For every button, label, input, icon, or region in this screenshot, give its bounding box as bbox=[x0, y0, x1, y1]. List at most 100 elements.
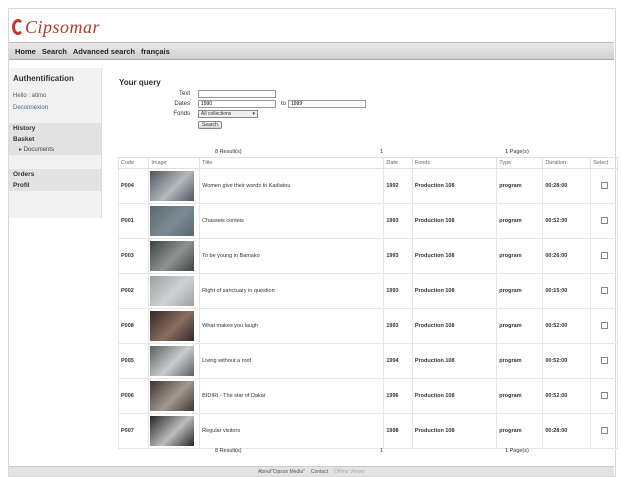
row-fonds: Production 108 bbox=[411, 238, 498, 274]
row-title-link[interactable]: Women give their words to Kadiatou bbox=[199, 168, 385, 204]
row-date: 1994 bbox=[383, 343, 413, 379]
row-type: program bbox=[496, 413, 544, 449]
col-image: Image bbox=[148, 157, 201, 169]
table-header-row: Code Image Title Date Fonds Type Duratio… bbox=[117, 157, 618, 169]
dates-label: Dates bbox=[174, 101, 190, 107]
row-select bbox=[590, 168, 618, 204]
date-to-input[interactable] bbox=[288, 100, 366, 108]
row-select bbox=[590, 203, 618, 239]
search-button[interactable]: Search bbox=[198, 121, 222, 129]
row-title-link[interactable]: To be young in Bamako bbox=[199, 238, 385, 274]
footer-contact-link[interactable]: Contact bbox=[311, 469, 328, 475]
hello-user: Hello : atimo bbox=[13, 93, 47, 99]
row-select-checkbox[interactable] bbox=[600, 181, 608, 189]
row-select-checkbox[interactable] bbox=[600, 251, 608, 259]
menu-advanced-search[interactable]: Advanced search bbox=[73, 47, 135, 56]
row-select-checkbox[interactable] bbox=[600, 391, 608, 399]
text-input[interactable] bbox=[198, 90, 276, 98]
row-fonds: Production 108 bbox=[411, 168, 498, 204]
row-title-link[interactable]: Right of sanctuary in question bbox=[199, 273, 385, 309]
sidebar-item-history[interactable]: History bbox=[9, 123, 101, 134]
row-type: program bbox=[496, 343, 544, 379]
to-label: to bbox=[280, 101, 286, 107]
col-type: Type bbox=[496, 157, 544, 169]
row-select bbox=[590, 413, 618, 449]
results-count-bottom: 8 Result(s) bbox=[215, 448, 242, 454]
row-select-checkbox[interactable] bbox=[600, 356, 608, 364]
row-date: 1996 bbox=[383, 378, 413, 414]
col-code: Code bbox=[117, 157, 150, 169]
row-duration: 00:28:00 bbox=[542, 413, 592, 449]
row-date: 1993 bbox=[383, 203, 413, 239]
sidebar-item-basket[interactable]: Basket bbox=[9, 134, 101, 145]
sidebar-group-1: History Basket ▸ Documents bbox=[9, 123, 101, 155]
sidebar: Authentification Hello : atimo Deconnexi… bbox=[9, 68, 102, 218]
row-duration: 00:26:00 bbox=[542, 238, 592, 274]
row-select bbox=[590, 273, 618, 309]
row-date: 1998 bbox=[383, 413, 413, 449]
row-fonds: Production 108 bbox=[411, 273, 498, 309]
row-code: P005 bbox=[117, 343, 150, 379]
disconnect-link[interactable]: Deconnexion bbox=[13, 105, 101, 111]
row-thumbnail[interactable] bbox=[148, 413, 201, 449]
fonds-select[interactable]: All collections ▾ bbox=[198, 110, 258, 118]
footer-about-link[interactable]: About"Cipsos Media" bbox=[258, 469, 305, 475]
sidebar-item-profil[interactable]: Profil bbox=[9, 180, 101, 191]
row-code: P002 bbox=[117, 273, 150, 309]
row-title-link[interactable]: Living without a roof bbox=[199, 343, 385, 379]
row-thumbnail[interactable] bbox=[148, 343, 201, 379]
row-type: program bbox=[496, 378, 544, 414]
row-fonds: Production 108 bbox=[411, 308, 498, 344]
row-date: 1993 bbox=[383, 238, 413, 274]
table-row: P003 To be young in Bamako 1993 Production … bbox=[117, 238, 618, 274]
col-fonds: Fonds bbox=[411, 157, 498, 169]
row-fonds: Production 108 bbox=[411, 203, 498, 239]
row-select bbox=[590, 343, 618, 379]
col-date: Date bbox=[383, 157, 413, 169]
row-fonds: Production 108 bbox=[411, 378, 498, 414]
row-fonds: Production 108 bbox=[411, 343, 498, 379]
row-thumbnail[interactable] bbox=[148, 378, 201, 414]
fonds-label: Fonds bbox=[173, 111, 190, 117]
footer-extra-link[interactable]: Offline Viewer bbox=[334, 469, 365, 475]
row-select-checkbox[interactable] bbox=[600, 321, 608, 329]
sidebar-item-orders[interactable]: Orders bbox=[9, 169, 101, 180]
sidebar-item-documents[interactable]: ▸ Documents bbox=[9, 145, 101, 155]
row-select-checkbox[interactable] bbox=[600, 286, 608, 294]
menu-language[interactable]: français bbox=[141, 47, 170, 56]
row-type: program bbox=[496, 168, 544, 204]
page-count-top: 1 Page(s) bbox=[505, 149, 529, 155]
table-row: P005 Living without a roof 1994 Production … bbox=[117, 343, 618, 379]
row-duration: 00:52:00 bbox=[542, 378, 592, 414]
row-select bbox=[590, 308, 618, 344]
row-title-link[interactable]: What makes you laugh bbox=[199, 308, 385, 344]
row-thumbnail[interactable] bbox=[148, 308, 201, 344]
row-title-link[interactable]: Chasseis conteis bbox=[199, 203, 385, 239]
pager-arrow-top[interactable]: 1 bbox=[380, 149, 383, 155]
row-title-link[interactable]: BIDIRI - The star of Dakar bbox=[199, 378, 385, 414]
video-thumbnail-icon bbox=[150, 276, 195, 306]
menu-search[interactable]: Search bbox=[42, 47, 67, 56]
menu-home[interactable]: Home bbox=[15, 47, 36, 56]
row-thumbnail[interactable] bbox=[148, 238, 201, 274]
row-type: program bbox=[496, 273, 544, 309]
row-fonds: Production 108 bbox=[411, 413, 498, 449]
table-row: P007 Regular visitors 1998 Production 108 pr… bbox=[117, 413, 618, 449]
row-thumbnail[interactable] bbox=[148, 168, 201, 204]
row-code: P008 bbox=[117, 308, 150, 344]
row-duration: 00:52:00 bbox=[542, 343, 592, 379]
row-code: P004 bbox=[117, 168, 150, 204]
site-logo[interactable]: Cipsomar bbox=[12, 14, 100, 40]
row-select bbox=[590, 238, 618, 274]
row-thumbnail[interactable] bbox=[148, 273, 201, 309]
row-select-checkbox[interactable] bbox=[600, 216, 608, 224]
row-select-checkbox[interactable] bbox=[600, 426, 608, 434]
col-select: Select bbox=[590, 157, 618, 169]
row-thumbnail[interactable] bbox=[148, 203, 201, 239]
pager-arrow-bottom[interactable]: 1 bbox=[380, 448, 383, 454]
table-row: P004 Women give their words to Kadiatou 19… bbox=[117, 168, 618, 204]
row-title-link[interactable]: Regular visitors bbox=[199, 413, 385, 449]
row-date: 1993 bbox=[383, 273, 413, 309]
table-row: P006 BIDIRI - The star of Dakar 1996 Produc… bbox=[117, 378, 618, 414]
logo-mark-icon bbox=[12, 19, 24, 35]
